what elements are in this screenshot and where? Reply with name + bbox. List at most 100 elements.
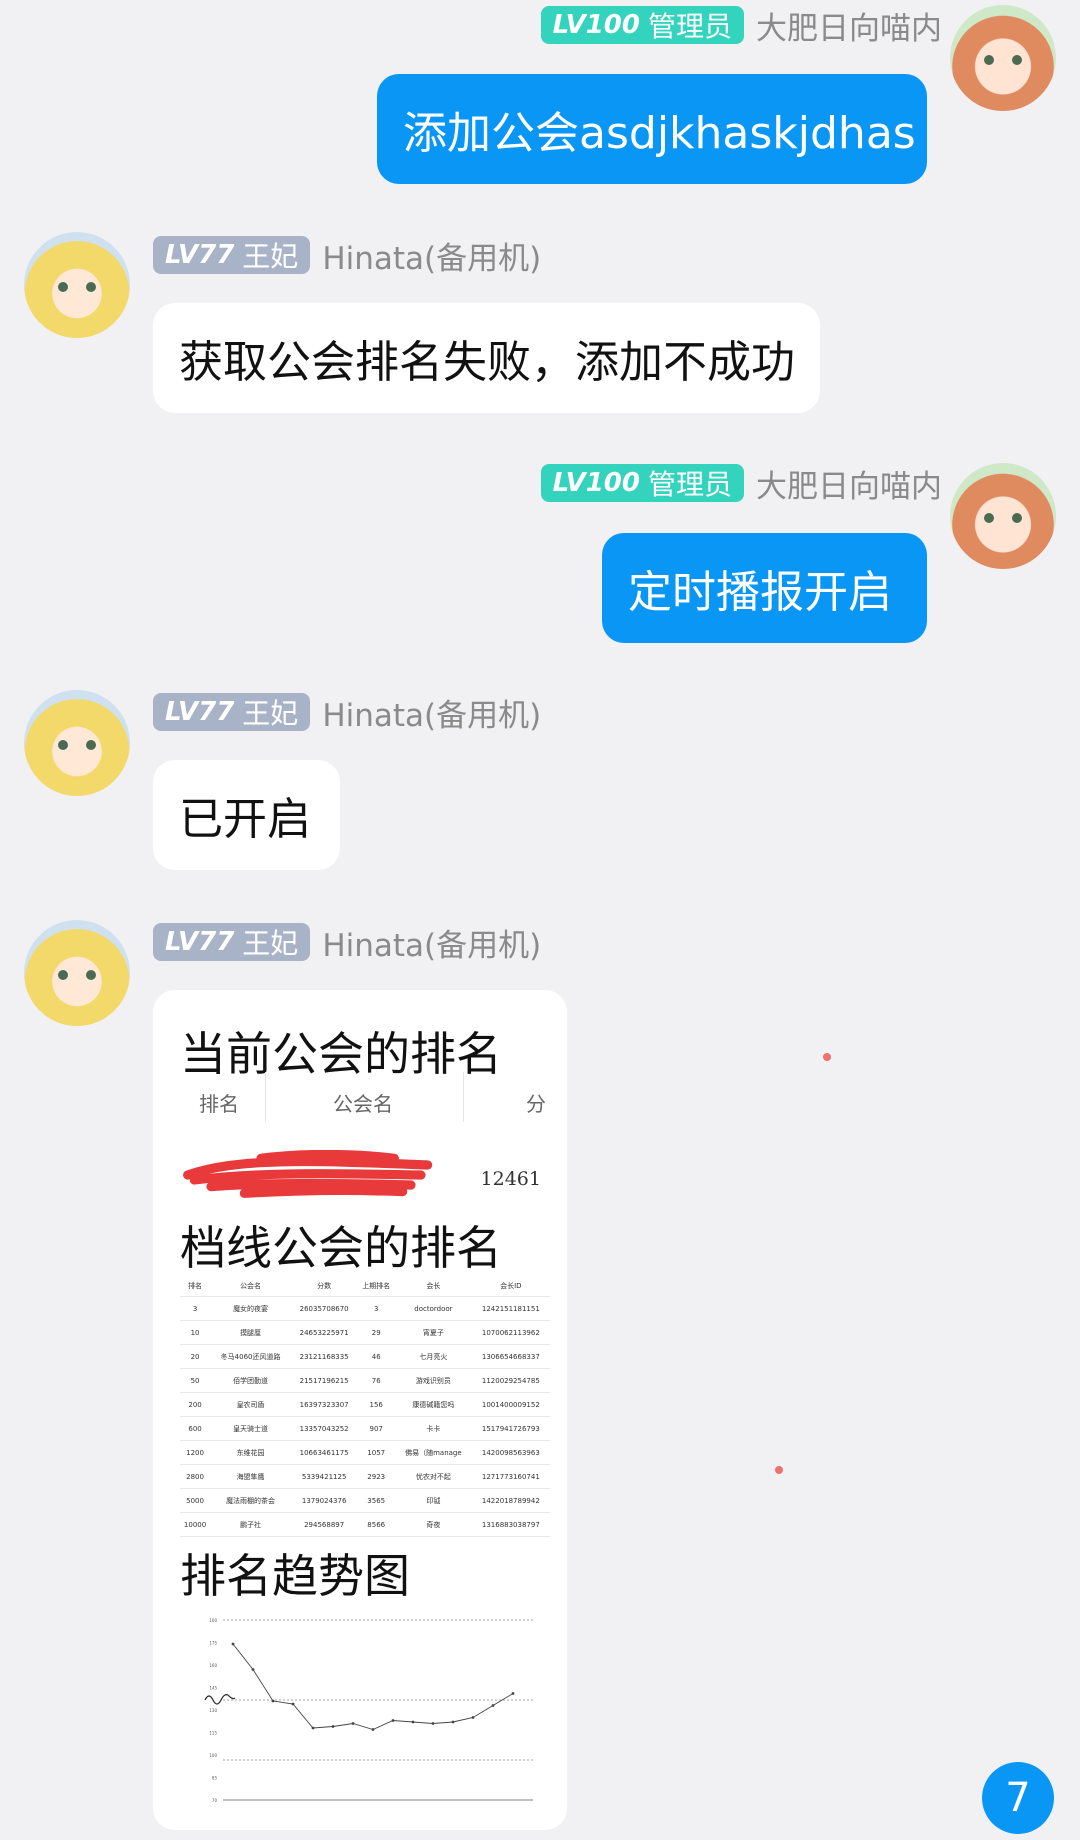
line-rank-title: 档线公会的排名 [180,1221,502,1275]
table-cell: 七月亮火 [395,1344,472,1369]
sender-nickname[interactable]: Hinata(备用机) [322,690,541,735]
title-text: 王妃 [242,240,299,273]
table-row: 2800 海盟隼鹰 5339421125 2923 忧农对不起 1271773160741 [180,1464,550,1489]
table-cell: 3 [357,1296,396,1321]
table-cell: 皇农司盾 [210,1392,292,1417]
trend-point [311,1726,315,1730]
avatar[interactable] [24,232,130,338]
rank-image-card[interactable]: 当前公会的排名 排名 公会名 分 12461 档线公会的排名 排名 公会名 分数 上期… [153,990,567,1830]
table-cell: 1001400009152 [471,1392,550,1417]
table-cell: 46 [357,1344,396,1369]
y-tick-label: 130 [209,1708,217,1713]
current-rank-title: 当前公会的排名 [180,1027,502,1081]
rank-trend-chart: 100 175 160 145 130 115 100 85 70 [204,1618,533,1803]
table-cell: 200 [180,1392,211,1417]
message-meta: LV77 王妃 Hinata(备用机) [153,690,541,735]
level-text: LV77 [165,697,235,727]
trend-point [431,1722,435,1725]
table-cell: 8566 [357,1512,396,1537]
table-cell: 76 [357,1368,396,1393]
table-cell: 20 [180,1344,211,1369]
avatar[interactable] [24,920,130,1026]
table-cell: 1379024376 [291,1488,358,1513]
level-text: LV77 [165,927,235,957]
level-text: LV77 [165,240,235,270]
line-rank-table: 排名 公会名 分数 上期排名 会长 会长ID 3 魔女的夜宴 26035708670 3 doct… [180,1276,550,1537]
level-badge: LV100 管理员 [540,464,744,502]
table-cell: 1316883038797 [471,1512,550,1537]
table-cell: 摸腿厘 [210,1320,292,1345]
table-cell: 1306654668337 [471,1344,550,1369]
message-text: 定时播报开启 [628,567,892,618]
avatar[interactable] [24,690,130,796]
table-cell: 156 [357,1392,396,1417]
title-text: 管理员 [647,468,732,501]
redaction-scribble [183,1150,433,1198]
level-badge: LV100 管理员 [540,6,744,44]
trend-point [371,1728,375,1731]
y-tick-label: 100 [209,1618,217,1623]
table-row: 200 皇农司盾 16397323307 156 康德碱籍您吗 1001400009152 [180,1392,550,1417]
y-tick-label: 160 [209,1663,217,1668]
title-text: 王妃 [242,697,299,730]
table-cell: 294568897 [291,1512,358,1537]
avatar[interactable] [950,5,1056,111]
table-cell: 21517196215 [291,1368,358,1393]
level-text: LV100 [552,10,640,40]
sender-nickname[interactable]: Hinata(备用机) [322,233,541,278]
table-cell: 忧农对不起 [395,1464,472,1489]
table-header: 排名 [180,1276,211,1297]
message-bubble[interactable]: 获取公会排名失败，添加不成功 [153,303,820,413]
table-cell: 冬马4060还风道路 [210,1344,292,1369]
table-cell: 2800 [180,1464,211,1489]
table-cell: 印钺 [395,1488,472,1513]
table-cell: 50 [180,1368,211,1393]
table-cell: 26035708670 [291,1296,358,1321]
table-row: 20 冬马4060还风道路 23121168335 46 七月亮火 13066546683… [180,1344,550,1369]
avatar[interactable] [950,463,1056,569]
table-cell: 魔法雨棚的茶会 [210,1488,292,1513]
message-bubble[interactable]: 定时播报开启 [602,533,927,643]
trend-point [351,1722,355,1725]
message-text: 添加公会asdjkhaskjdhas [403,108,916,159]
sender-nickname[interactable]: 大肥日向喵内 [756,3,942,48]
table-row: 3 魔女的夜宴 26035708670 3 doctordoor 124215118115… [180,1296,550,1321]
table-cell: 5339421125 [291,1464,358,1489]
message-bubble[interactable]: 添加公会asdjkhaskjdhas [377,74,927,184]
table-header: 会长 [395,1276,472,1297]
trend-point [251,1668,255,1671]
col-rank: 排名 [199,1092,239,1116]
unread-count-badge[interactable]: 7 [982,1762,1054,1834]
table-header: 分数 [291,1276,358,1297]
table-cell: 东维花园 [210,1440,292,1465]
y-tick-label: 145 [209,1686,217,1691]
title-text: 管理员 [647,10,732,43]
table-cell: 1057 [357,1440,396,1465]
table-header: 公会名 [210,1276,292,1297]
table-cell: 5000 [180,1488,211,1513]
y-tick-label: 115 [209,1731,217,1736]
table-cell: 1271773160741 [471,1464,550,1489]
sender-nickname[interactable]: 大肥日向喵内 [756,461,942,506]
title-text: 王妃 [242,927,299,960]
table-cell: 1422018789942 [471,1488,550,1513]
table-cell: 皇天骑士道 [210,1416,292,1441]
table-cell: 鹏子社 [210,1512,292,1537]
message-bubble[interactable]: 已开启 [153,760,340,870]
y-tick-label: 100 [209,1753,217,1758]
sender-nickname[interactable]: Hinata(备用机) [322,920,541,965]
message-text: 已开启 [179,794,311,845]
table-cell: 1120029254785 [471,1368,550,1393]
trend-line [232,1643,514,1730]
trend-point [391,1719,395,1722]
level-badge: LV77 王妃 [153,923,311,961]
level-text: LV100 [552,468,640,498]
table-cell: 康德碱籍您吗 [395,1392,472,1417]
table-row: 10 摸腿厘 24653225971 29 宵夏子 1070062113962 [180,1320,550,1345]
table-cell: 海盟隼鹰 [210,1464,292,1489]
trend-point [231,1642,235,1646]
table-cell: 10663461175 [291,1440,358,1465]
col-guild-name: 公会名 [333,1092,393,1116]
table-cell: 游戏识别员 [395,1368,472,1393]
table-cell: 29 [357,1320,396,1345]
